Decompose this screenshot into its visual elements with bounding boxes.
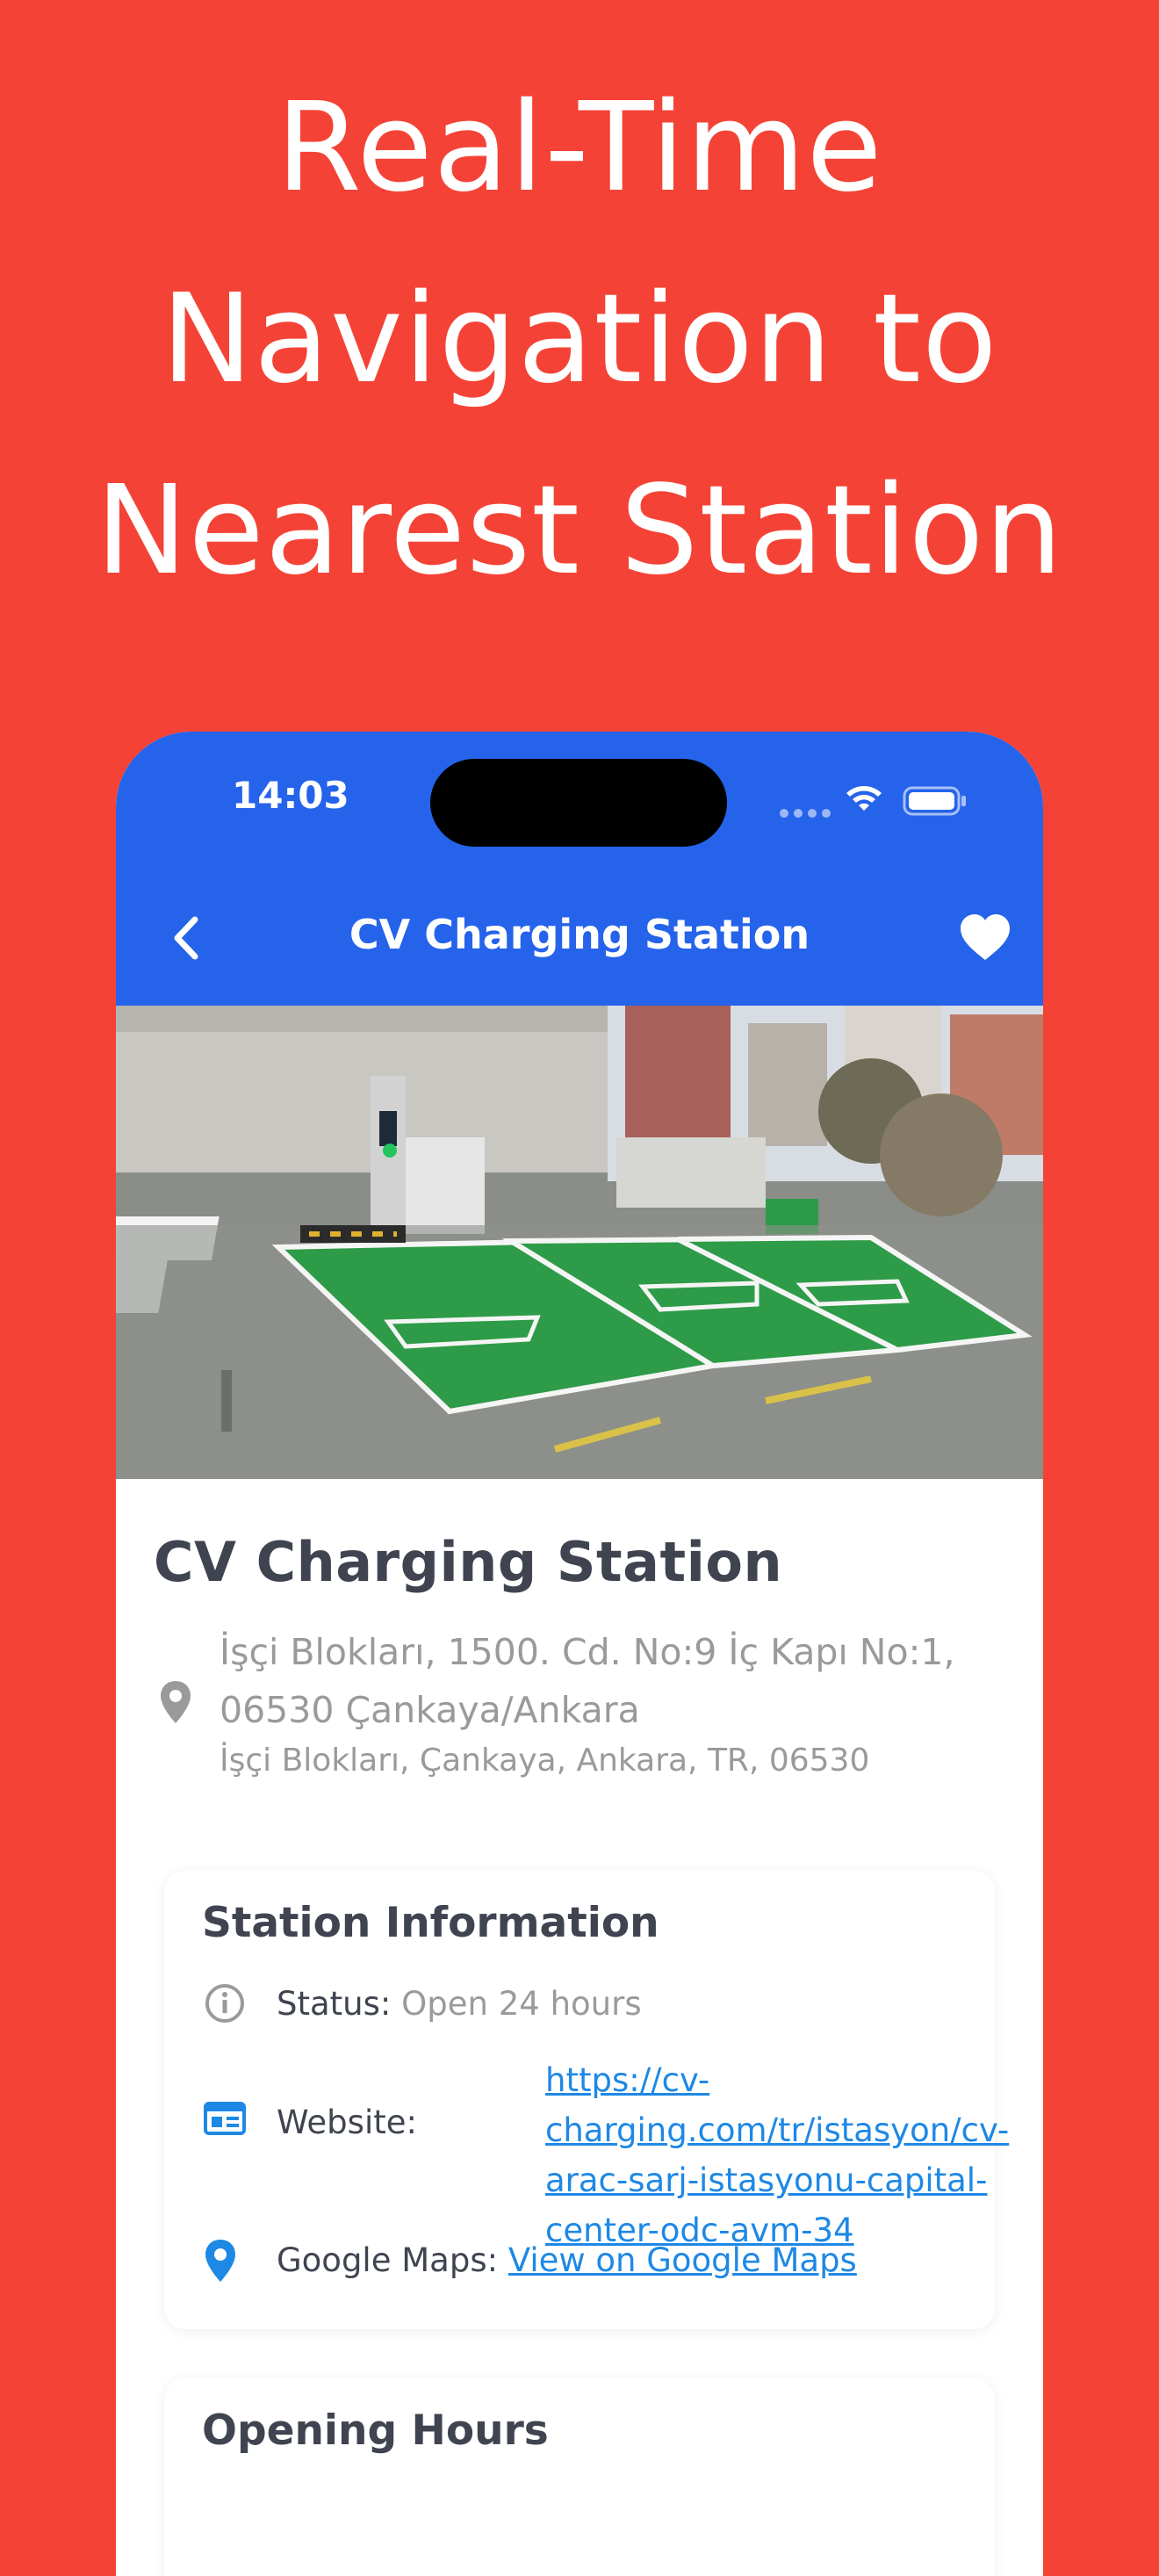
info-icon [205, 1984, 244, 2023]
station-photo [116, 1006, 1043, 1479]
view-on-google-maps-link[interactable]: View on Google Maps [508, 2241, 857, 2279]
favorite-button[interactable] [957, 911, 1013, 967]
station-address: İşçi Blokları, 1500. Cd. No:9 İç Kapı No… [220, 1631, 955, 1731]
station-name: CV Charging Station [154, 1530, 783, 1594]
charging-bays-image [116, 1006, 1043, 1479]
wifi-icon [846, 786, 882, 811]
status-value: Open 24 hours [401, 1985, 642, 2023]
location-pin-icon [161, 1681, 191, 1723]
station-information-card: Station Information Status: Open 24 hour… [164, 1871, 1009, 2329]
opening-hours-title: Opening Hours [202, 2406, 549, 2455]
opening-hours-card: Opening Hours [164, 2378, 995, 2576]
status-row: Status: Open 24 hours [277, 1985, 642, 2023]
phone-screen: 14:03 CV Charging Station CV Charging St… [116, 732, 1043, 2576]
station-information-title: Station Information [202, 1899, 659, 1947]
heart-icon [961, 914, 1010, 960]
headline-line-1: Real-Time [276, 76, 883, 220]
website-icon [204, 2102, 246, 2135]
battery-icon [903, 786, 966, 816]
dynamic-island [430, 759, 727, 847]
headline-line-2: Navigation to [161, 268, 998, 411]
status-label: Status: [277, 1985, 392, 2023]
google-maps-label: Google Maps: [277, 2241, 499, 2279]
map-pin-icon [205, 2240, 235, 2282]
app-bar: 14:03 CV Charging Station [116, 732, 1043, 1006]
headline-line-3: Nearest Station [95, 459, 1064, 603]
status-time: 14:03 [232, 774, 349, 817]
cellular-signal-icon [780, 809, 831, 818]
page-title: CV Charging Station [349, 911, 810, 958]
google-maps-row: Google Maps: View on Google Maps [277, 2241, 857, 2279]
station-address-secondary: İşçi Blokları, Çankaya, Ankara, TR, 0653… [220, 1743, 870, 1779]
website-label: Website: [277, 2103, 417, 2141]
promo-headline: Real-Time Navigation to Nearest Station [0, 53, 1159, 627]
website-link[interactable]: https://cv-charging.com/tr/istasyon/cv-a… [545, 2055, 1009, 2255]
